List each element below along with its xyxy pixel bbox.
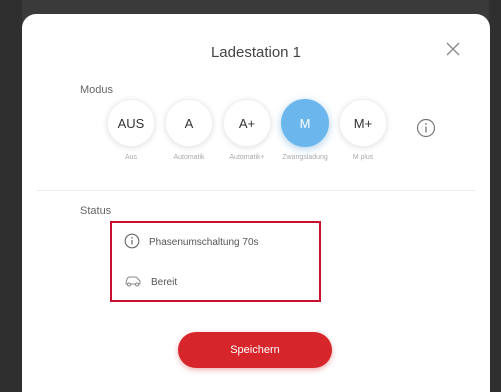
close-icon: [446, 42, 460, 61]
mode-m-button[interactable]: M: [281, 99, 329, 147]
mode-a: A Automatik: [164, 99, 214, 161]
mode-m: M Zwangsladung: [280, 99, 330, 161]
mode-m-plus-button[interactable]: M+: [339, 99, 387, 147]
status-ready-row: Bereit: [124, 275, 177, 290]
status-phase-text: Phasenumschaltung 70s: [149, 237, 259, 248]
info-icon: [124, 233, 140, 252]
mode-m-plus: M+ M plus: [338, 99, 388, 161]
mode-a-button[interactable]: A: [165, 99, 213, 147]
mode-m-plus-caption: M plus: [352, 154, 374, 161]
backdrop-left: [0, 0, 22, 392]
close-button[interactable]: [442, 40, 464, 62]
mode-a-plus-caption: Automatik+: [229, 154, 265, 161]
save-button[interactable]: Speichern: [178, 332, 332, 368]
mode-info-button[interactable]: [416, 118, 436, 143]
modal-title: Ladestation 1: [210, 44, 302, 61]
backdrop-right: [489, 0, 501, 392]
status-ready-text: Bereit: [151, 277, 178, 288]
mode-a-plus-button[interactable]: A+: [223, 99, 271, 147]
info-icon: [416, 118, 436, 142]
mode-selector: AUS Aus A Automatik A+ Automatik+ M Zwan…: [106, 99, 388, 161]
charging-station-modal: Ladestation 1 Modus AUS Aus A Automatik …: [22, 14, 490, 392]
mode-aus-caption: Aus: [124, 154, 138, 161]
mode-a-caption: Automatik: [173, 154, 205, 161]
mode-a-plus: A+ Automatik+: [222, 99, 272, 161]
status-section-label: Status: [80, 205, 112, 217]
section-divider: [36, 190, 476, 191]
mode-aus-button[interactable]: AUS: [107, 99, 155, 147]
status-highlight-box: Phasenumschaltung 70s Bereit: [110, 221, 321, 302]
car-charging-icon: [124, 275, 142, 290]
mode-section-label: Modus: [80, 84, 114, 96]
status-phase-row: Phasenumschaltung 70s: [124, 233, 259, 252]
mode-aus: AUS Aus: [106, 99, 156, 161]
mode-m-caption: Zwangsladung: [282, 154, 328, 161]
